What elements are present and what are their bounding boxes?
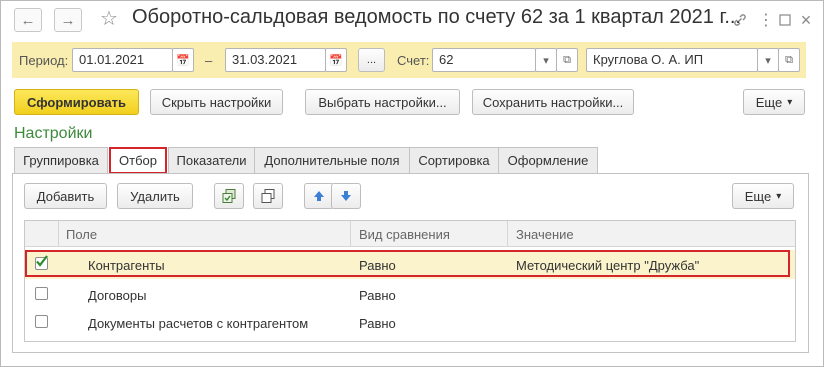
link-icon[interactable] (729, 9, 751, 31)
arrow-down-icon (341, 191, 351, 201)
account-open-button[interactable]: ⧉ (556, 48, 578, 72)
period-select-button[interactable]: ... (358, 48, 385, 72)
tab-indicators[interactable]: Показатели (168, 147, 255, 173)
back-button[interactable]: ← (14, 8, 42, 32)
row-comparison: Равно (359, 316, 396, 331)
add-button[interactable]: Добавить (24, 183, 107, 209)
more-button[interactable]: Еще ▾ (743, 89, 805, 115)
date-from-field[interactable]: 01.01.2021 (72, 48, 173, 72)
row-comparison: Равно (359, 288, 396, 303)
forward-button[interactable]: → (54, 8, 82, 32)
column-header-comparison[interactable]: Вид сравнения (359, 227, 450, 242)
header-separator (58, 221, 59, 247)
period-label: Период: (19, 53, 69, 68)
star-icon[interactable]: ☆ (98, 7, 120, 30)
row-highlight-frame (25, 250, 790, 277)
calendar-icon: 📅 (176, 54, 190, 67)
copy-icon (222, 189, 236, 203)
row-field: Договоры (88, 288, 147, 303)
delete-button[interactable]: Удалить (117, 183, 193, 209)
close-icon[interactable]: × (795, 9, 817, 31)
date-from-calendar-button[interactable]: 📅 (172, 48, 194, 72)
tab-grouping[interactable]: Группировка (14, 147, 108, 173)
row-field: Документы расчетов с контрагентом (88, 316, 309, 331)
date-to-calendar-button[interactable]: 📅 (325, 48, 347, 72)
tab-formatting[interactable]: Оформление (498, 147, 598, 173)
arrow-left-icon: ← (20, 11, 36, 29)
chevron-down-icon: ▾ (765, 54, 771, 67)
tab-additional-fields[interactable]: Дополнительные поля (254, 147, 410, 173)
group-button[interactable] (253, 183, 283, 209)
header-separator (507, 221, 508, 247)
save-settings-button[interactable]: Сохранить настройки... (472, 89, 634, 115)
open-icon: ⧉ (785, 53, 793, 66)
calendar-icon: 📅 (329, 54, 343, 67)
organization-field[interactable]: Круглова О. А. ИП (586, 48, 758, 72)
settings-title: Настройки (14, 125, 93, 142)
generate-button[interactable]: Сформировать (14, 89, 139, 115)
account-field[interactable]: 62 (432, 48, 536, 72)
organization-open-button[interactable]: ⧉ (778, 48, 800, 72)
maximize-icon[interactable] (774, 9, 796, 31)
chevron-down-icon: ▾ (776, 190, 782, 202)
window-title: Оборотно-сальдовая ведомость по счету 62… (132, 6, 741, 28)
period-dash: – (205, 53, 213, 68)
chevron-down-icon: ▾ (543, 54, 549, 67)
organization-dropdown-button[interactable]: ▾ (757, 48, 779, 72)
filter-more-label: Еще (744, 188, 772, 204)
account-label: Счет: (397, 53, 430, 68)
column-header-value[interactable]: Значение (516, 227, 574, 242)
open-icon: ⧉ (563, 53, 571, 66)
tab-sorting[interactable]: Сортировка (409, 147, 499, 173)
row-checkbox[interactable] (35, 287, 48, 300)
date-to-field[interactable]: 31.03.2021 (225, 48, 326, 72)
hide-settings-button[interactable]: Скрыть настройки (150, 89, 283, 115)
move-down-button[interactable] (331, 183, 361, 209)
header-separator (350, 221, 351, 247)
tab-filter[interactable]: Отбор (109, 147, 167, 174)
filter-more-button[interactable]: Еще ▾ (732, 183, 794, 209)
move-up-button[interactable] (304, 183, 334, 209)
copy-button[interactable] (214, 183, 244, 209)
arrow-right-icon: → (60, 11, 76, 29)
choose-settings-button[interactable]: Выбрать настройки... (305, 89, 460, 115)
group-icon (261, 189, 275, 203)
column-header-field[interactable]: Поле (66, 227, 97, 242)
more-label: Еще (755, 94, 783, 110)
chevron-down-icon: ▾ (787, 96, 793, 108)
arrow-up-icon (314, 191, 324, 201)
account-dropdown-button[interactable]: ▾ (535, 48, 557, 72)
row-checkbox[interactable] (35, 315, 48, 328)
